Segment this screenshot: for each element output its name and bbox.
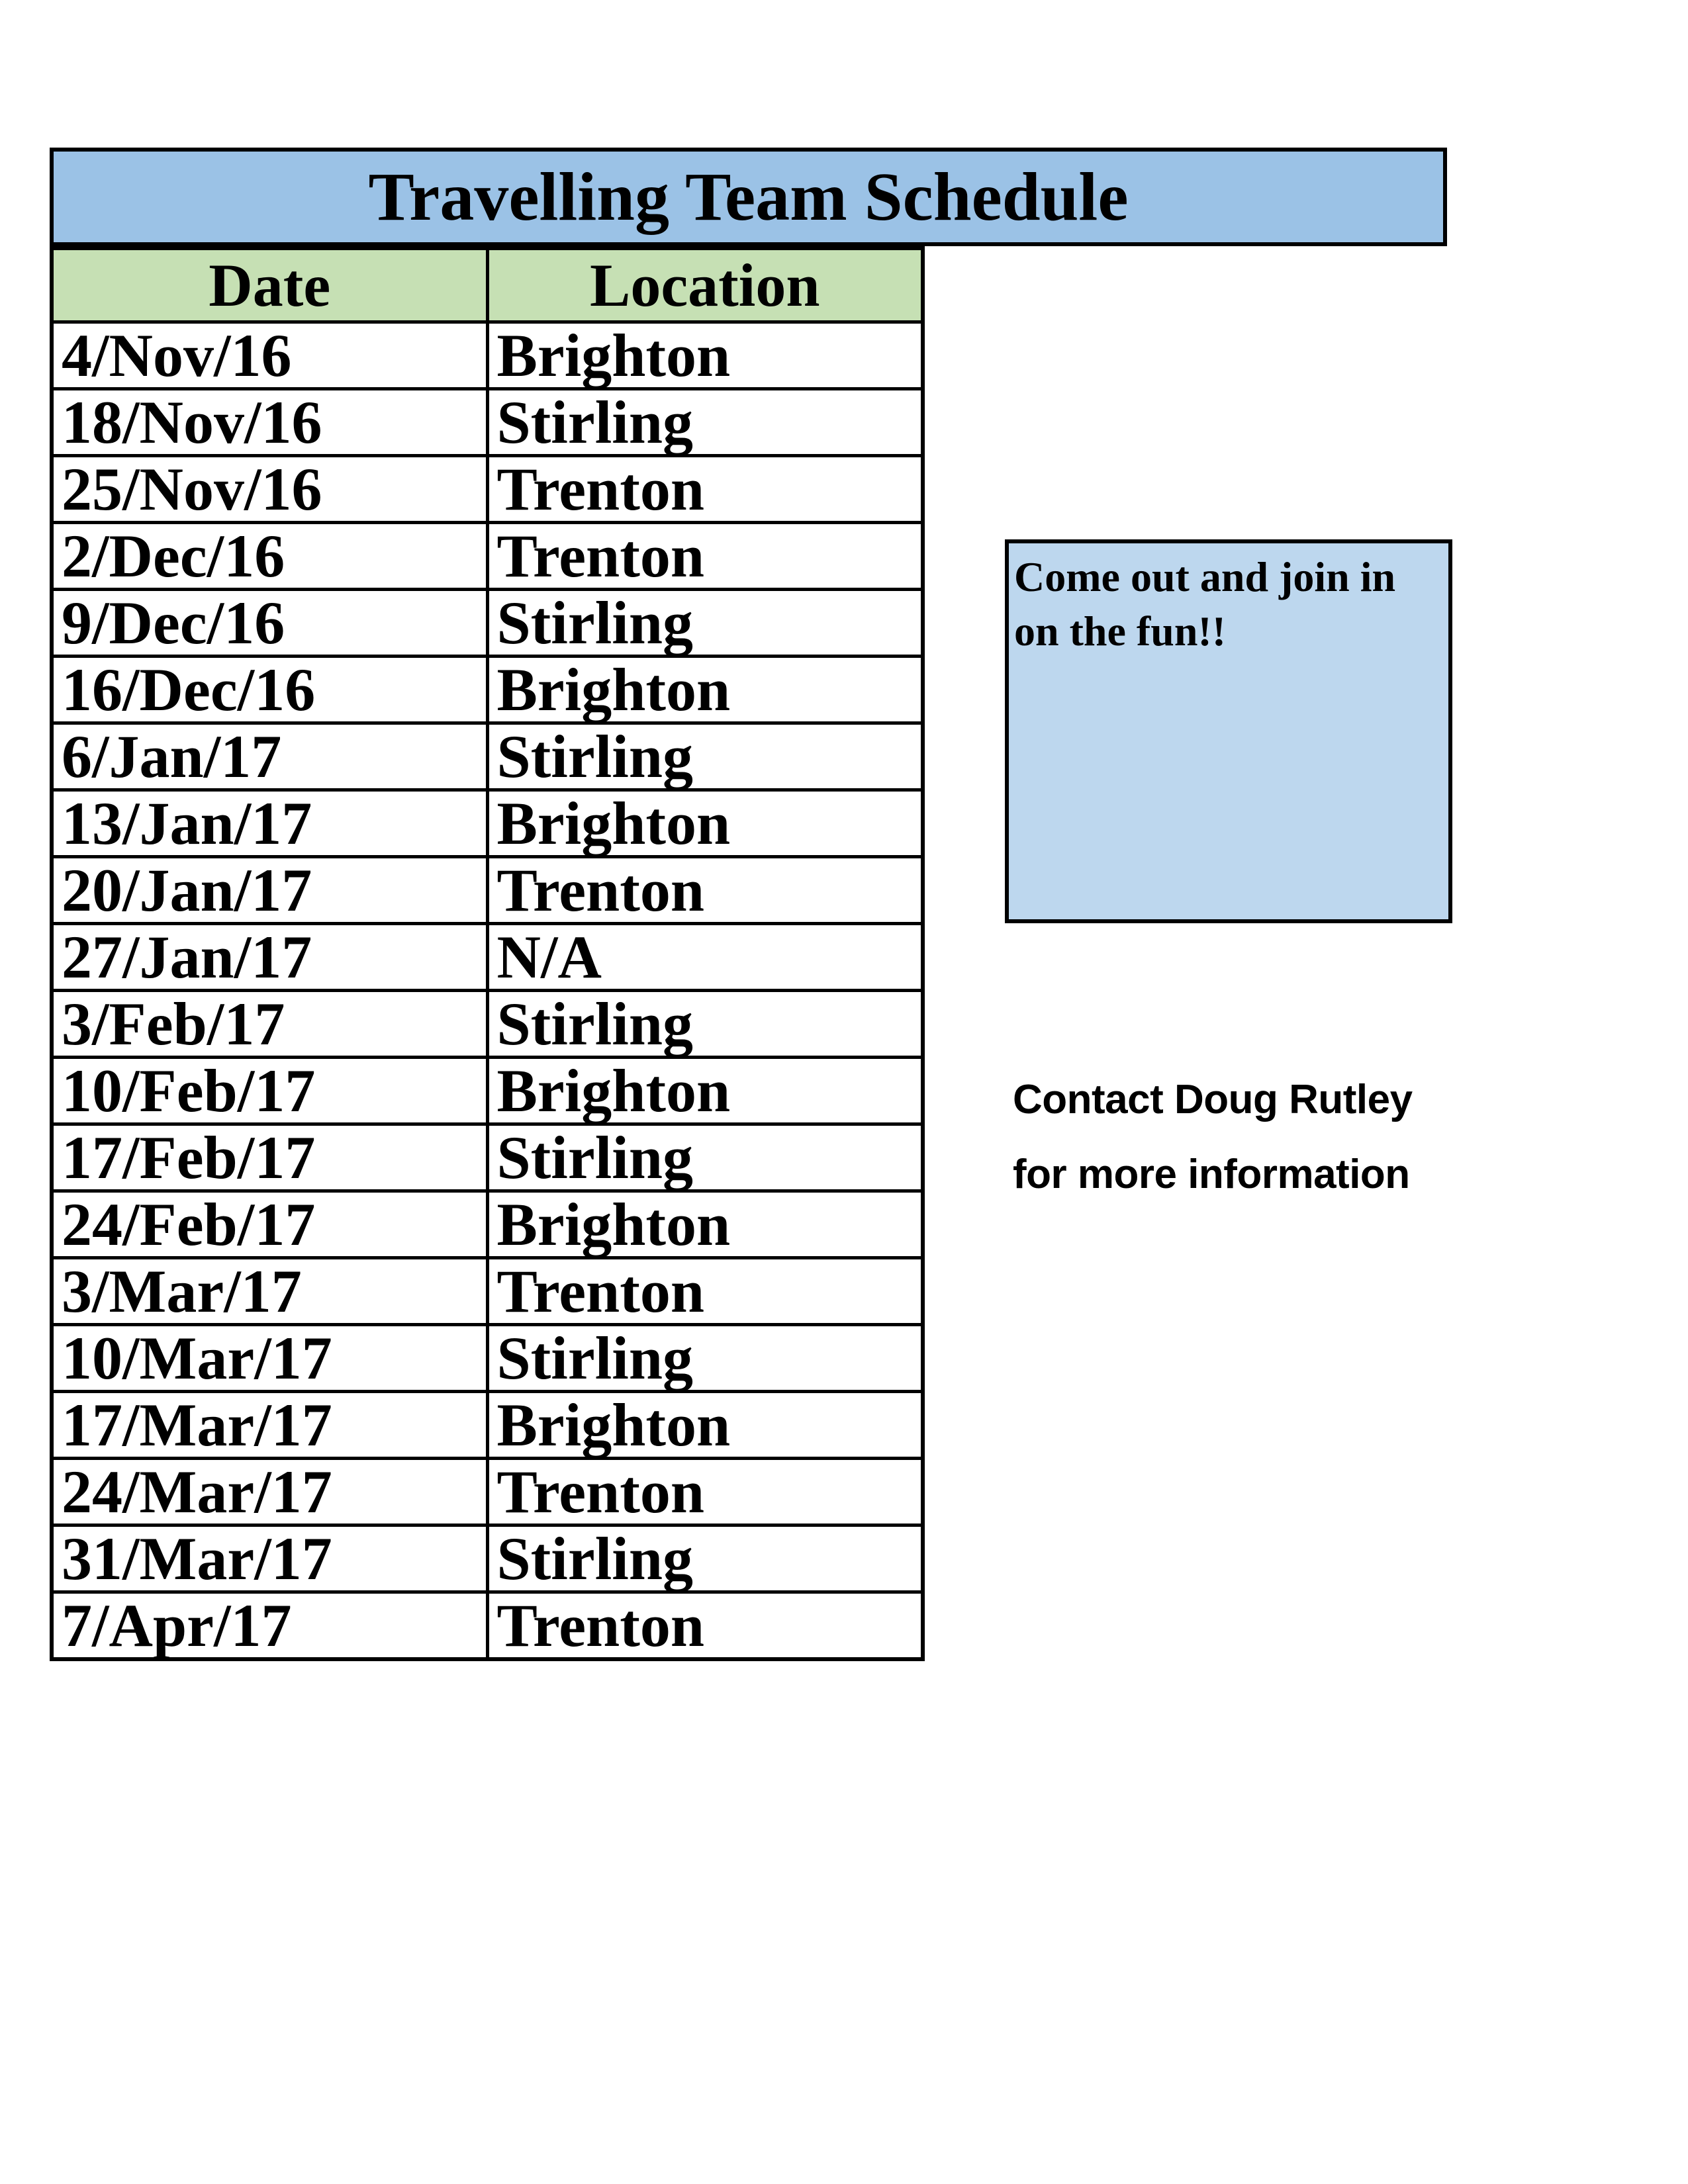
table-row: 17/Feb/17 Stirling	[50, 1122, 925, 1193]
location-cell: Trenton	[485, 1457, 925, 1527]
table-row: 13/Jan/17 Brighton	[50, 788, 925, 858]
date-cell: 24/Feb/17	[50, 1189, 489, 1259]
location-cell: Trenton	[485, 1256, 925, 1326]
location-cell: Brighton	[485, 788, 925, 858]
date-cell: 2/Dec/16	[50, 521, 489, 591]
date-cell: 4/Nov/16	[50, 320, 489, 390]
location-cell: Stirling	[485, 989, 925, 1059]
location-cell: Brighton	[485, 655, 925, 725]
column-header-date: Date	[50, 246, 489, 324]
table-row: 25/Nov/16 Trenton	[50, 454, 925, 524]
table-row: 6/Jan/17 Stirling	[50, 721, 925, 792]
table-row: 24/Mar/17 Trenton	[50, 1457, 925, 1527]
date-cell: 31/Mar/17	[50, 1524, 489, 1594]
header-row: Date Location	[50, 246, 925, 324]
date-cell: 10/Mar/17	[50, 1323, 489, 1393]
note-box: Come out and join in on the fun!!	[1005, 539, 1452, 923]
table-row: 9/Dec/16 Stirling	[50, 588, 925, 658]
date-cell: 9/Dec/16	[50, 588, 489, 658]
location-cell: Brighton	[485, 1189, 925, 1259]
date-cell: 10/Feb/17	[50, 1056, 489, 1126]
date-cell: 25/Nov/16	[50, 454, 489, 524]
date-cell: 7/Apr/17	[50, 1590, 489, 1661]
table-row: 2/Dec/16 Trenton	[50, 521, 925, 591]
location-cell: Trenton	[485, 855, 925, 925]
contact-line-2: for more information	[1013, 1152, 1410, 1197]
table-row: 3/Feb/17 Stirling	[50, 989, 925, 1059]
table-row: 31/Mar/17 Stirling	[50, 1524, 925, 1594]
column-header-location: Location	[485, 246, 925, 324]
table-row: 4/Nov/16 Brighton	[50, 320, 925, 390]
contact-line-1: Contact Doug Rutley	[1013, 1077, 1413, 1122]
location-cell: Trenton	[485, 1590, 925, 1661]
date-cell: 6/Jan/17	[50, 721, 489, 792]
location-cell: Stirling	[485, 721, 925, 792]
table-row: 20/Jan/17 Trenton	[50, 855, 925, 925]
table-row: 16/Dec/16 Brighton	[50, 655, 925, 725]
date-cell: 20/Jan/17	[50, 855, 489, 925]
date-cell: 13/Jan/17	[50, 788, 489, 858]
schedule-table: Date Location 4/Nov/16 Brighton 18/Nov/16 S…	[50, 246, 925, 1661]
table-row: 27/Jan/17 N/A	[50, 922, 925, 992]
location-cell: Stirling	[485, 1122, 925, 1193]
location-cell: Trenton	[485, 521, 925, 591]
date-cell: 17/Feb/17	[50, 1122, 489, 1193]
location-cell: Brighton	[485, 1390, 925, 1460]
location-cell: Stirling	[485, 1524, 925, 1594]
location-cell: Trenton	[485, 454, 925, 524]
location-cell: Brighton	[485, 320, 925, 390]
location-cell: Stirling	[485, 588, 925, 658]
table-row: 10/Mar/17 Stirling	[50, 1323, 925, 1393]
table-row: 10/Feb/17 Brighton	[50, 1056, 925, 1126]
date-cell: 24/Mar/17	[50, 1457, 489, 1527]
date-cell: 3/Feb/17	[50, 989, 489, 1059]
table-row: 18/Nov/16 Stirling	[50, 387, 925, 457]
table-row: 17/Mar/17 Brighton	[50, 1390, 925, 1460]
table-row: 24/Feb/17 Brighton	[50, 1189, 925, 1259]
location-cell: Stirling	[485, 1323, 925, 1393]
date-cell: 27/Jan/17	[50, 922, 489, 992]
schedule-title: Travelling Team Schedule	[50, 148, 1447, 246]
date-cell: 3/Mar/17	[50, 1256, 489, 1326]
location-cell: Stirling	[485, 387, 925, 457]
date-cell: 17/Mar/17	[50, 1390, 489, 1460]
contact-info: Contact Doug Rutley for more information	[1013, 1062, 1413, 1212]
schedule-body: 4/Nov/16 Brighton 18/Nov/16 Stirling 25/Nov/…	[50, 320, 925, 1661]
location-cell: N/A	[485, 922, 925, 992]
table-row: 7/Apr/17 Trenton	[50, 1590, 925, 1661]
table-row: 3/Mar/17 Trenton	[50, 1256, 925, 1326]
date-cell: 18/Nov/16	[50, 387, 489, 457]
location-cell: Brighton	[485, 1056, 925, 1126]
date-cell: 16/Dec/16	[50, 655, 489, 725]
